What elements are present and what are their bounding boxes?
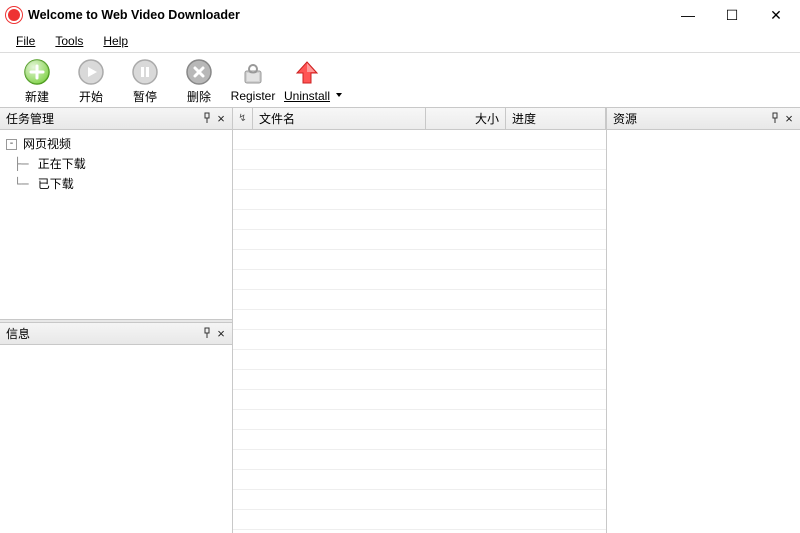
delete-button[interactable]: 删除 — [172, 55, 226, 107]
center-column: ↯ 文件名 大小 进度 — [233, 108, 607, 533]
info-pin-icon[interactable] — [200, 327, 214, 341]
info-close-icon[interactable]: × — [214, 326, 228, 341]
close-button[interactable]: ✕ — [754, 1, 798, 29]
tree-downloaded-label: 已下载 — [38, 174, 74, 194]
plus-circle-icon — [23, 58, 51, 86]
column-header-progress[interactable]: 进度 — [506, 108, 606, 129]
file-list-body — [233, 130, 606, 533]
chevron-down-icon — [336, 93, 342, 97]
menu-help[interactable]: Help — [95, 32, 136, 50]
tree-collapse-icon[interactable]: - — [6, 139, 17, 150]
start-button-label: 开始 — [79, 88, 103, 105]
menu-file[interactable]: File — [8, 32, 43, 50]
tasks-pin-icon[interactable] — [200, 112, 214, 126]
lock-icon — [239, 59, 267, 87]
tasks-pane-header: 任务管理 × — [0, 108, 232, 130]
tree-downloading-label: 正在下载 — [38, 154, 86, 174]
tree-item-downloading[interactable]: ├─ 正在下载 — [6, 154, 226, 174]
pause-circle-icon — [131, 58, 159, 86]
minimize-button[interactable]: — — [666, 1, 710, 29]
tree-root-label: 网页视频 — [23, 134, 71, 154]
window-title: Welcome to Web Video Downloader — [28, 8, 240, 22]
toolbar: 新建 开始 暂停 删除 Register — [0, 53, 800, 107]
left-column: 任务管理 × - 网页视频 ├─ 正在下载 └─ 已下载 — [0, 108, 233, 533]
app-icon — [6, 7, 22, 23]
tasks-pane-title: 任务管理 — [6, 110, 200, 127]
x-circle-icon — [185, 58, 213, 86]
uninstall-button[interactable]: Uninstall — [280, 55, 334, 107]
info-pane-header: 信息 × — [0, 323, 232, 345]
uninstall-button-label: Uninstall — [284, 89, 330, 103]
pause-button-label: 暂停 — [133, 88, 157, 105]
resources-pane-header: 资源 × — [607, 108, 800, 130]
tree-connector-icon: └─ — [14, 174, 36, 194]
info-pane-body — [0, 345, 232, 533]
resources-pane-title: 资源 — [613, 110, 768, 127]
tree-item-downloaded[interactable]: └─ 已下载 — [6, 174, 226, 194]
play-circle-icon — [77, 58, 105, 86]
register-button-label: Register — [231, 89, 276, 103]
menu-tools[interactable]: Tools — [47, 32, 91, 50]
tasks-pane-body: - 网页视频 ├─ 正在下载 └─ 已下载 — [0, 130, 232, 319]
columns-handle-icon[interactable]: ↯ — [233, 108, 253, 129]
start-button[interactable]: 开始 — [64, 55, 118, 107]
tree-root-web-video[interactable]: - 网页视频 — [6, 134, 226, 154]
title-bar: Welcome to Web Video Downloader — ☐ ✕ — [0, 0, 800, 30]
right-column: 资源 × — [607, 108, 800, 533]
toolbar-dropdown-button[interactable] — [334, 55, 344, 107]
tree-connector-icon: ├─ — [14, 154, 36, 174]
file-list-grid — [233, 130, 606, 533]
maximize-button[interactable]: ☐ — [710, 1, 754, 29]
resources-pin-icon[interactable] — [768, 112, 782, 126]
column-header-size[interactable]: 大小 — [426, 108, 506, 129]
menu-bar: File Tools Help — [0, 30, 800, 52]
column-header-filename[interactable]: 文件名 — [253, 108, 426, 129]
new-button-label: 新建 — [25, 88, 49, 105]
resources-close-icon[interactable]: × — [782, 111, 796, 126]
arrow-up-icon — [293, 59, 321, 87]
tasks-close-icon[interactable]: × — [214, 111, 228, 126]
delete-button-label: 删除 — [187, 88, 211, 105]
info-pane-title: 信息 — [6, 325, 200, 342]
pause-button[interactable]: 暂停 — [118, 55, 172, 107]
register-button[interactable]: Register — [226, 55, 280, 107]
resources-pane-body — [607, 130, 800, 533]
file-list-header: ↯ 文件名 大小 进度 — [233, 108, 606, 130]
new-button[interactable]: 新建 — [10, 55, 64, 107]
info-pane: 信息 × — [0, 323, 232, 533]
main-panes: 任务管理 × - 网页视频 ├─ 正在下载 └─ 已下载 — [0, 107, 800, 533]
task-tree: - 网页视频 ├─ 正在下载 └─ 已下载 — [0, 130, 232, 198]
